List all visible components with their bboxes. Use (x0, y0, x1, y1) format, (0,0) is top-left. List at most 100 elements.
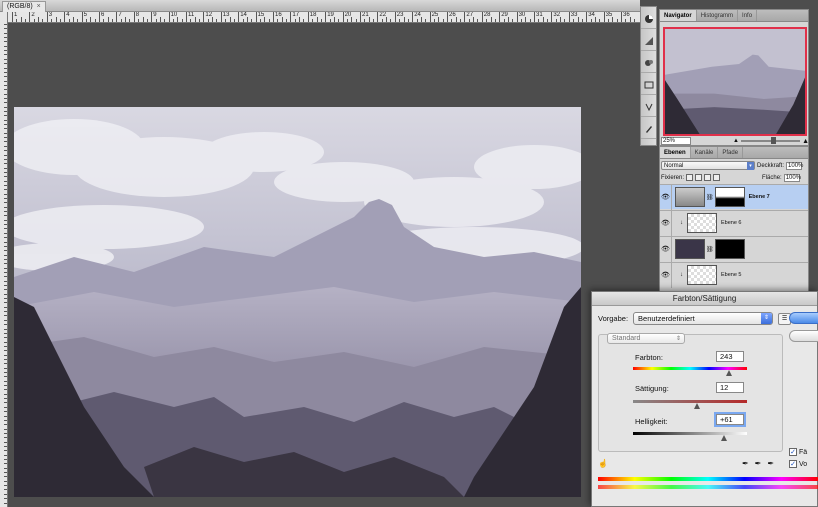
ruler-tick (273, 12, 274, 22)
hue-input[interactable]: 243 (716, 351, 744, 362)
ruler-tick (381, 19, 383, 22)
opacity-input[interactable]: 100% (786, 161, 803, 170)
ruler-tick (420, 17, 422, 22)
lock-transparency-icon[interactable] (686, 174, 694, 181)
ruler-tick (346, 19, 348, 22)
adjustments-icon[interactable] (641, 75, 656, 95)
ruler-tick (4, 437, 7, 439)
eyedropper-icon[interactable]: ✒ (742, 459, 749, 468)
layer-name[interactable]: Ebene 6 (721, 220, 742, 226)
eye-icon[interactable]: 👁 (660, 184, 672, 210)
zoom-out-icon[interactable]: ▲ (733, 138, 739, 144)
blend-mode-select[interactable]: Normal ▾ (661, 161, 755, 170)
ruler-tick (455, 17, 457, 22)
preview-checkbox[interactable]: ✓ (789, 460, 797, 468)
preset-label: Vorgabe: (598, 314, 629, 323)
saturation-slider-track[interactable] (633, 400, 747, 403)
ruler-number: 20 (344, 12, 352, 18)
ok-button[interactable] (789, 312, 818, 324)
ruler-tick (20, 17, 22, 22)
bottom-tools: ☝ ✒ ✒ ✒ (598, 456, 818, 470)
preview-row: ✓ Vo (789, 460, 807, 468)
ruler-tick (164, 19, 166, 22)
hand-adjust-icon[interactable]: ☝ (598, 459, 608, 468)
lightness-slider-knob[interactable] (721, 435, 728, 441)
zoom-input[interactable]: 25% (661, 137, 691, 145)
colorize-checkbox[interactable]: ✓ (789, 448, 797, 456)
horizontal-ruler[interactable]: 1 2 3 4 5 6 7 8 9 10 11 12 13 14 15 16 17 18 19 20 21 22 23 24 2… (8, 12, 640, 23)
document-tab[interactable]: (RGB/8) × (2, 1, 46, 12)
document-canvas[interactable] (14, 107, 581, 497)
vertical-ruler[interactable] (0, 12, 8, 507)
eye-icon[interactable]: 👁 (660, 262, 672, 288)
ruler-number: 1 (14, 12, 18, 18)
fill-label: Fläche: (762, 174, 782, 181)
ruler-tick (268, 19, 270, 22)
ruler-tick (503, 19, 505, 22)
ruler-tick (342, 12, 344, 22)
ruler-tick (4, 198, 7, 199)
layer-row[interactable]: 👁 ↓ Ebene 6 (660, 210, 808, 236)
eyedropper-plus-icon[interactable]: ✒ (755, 459, 762, 468)
lightness-slider-track[interactable] (633, 432, 747, 435)
ruler-tick (4, 493, 7, 495)
saturation-input[interactable]: 12 (716, 382, 744, 393)
layer-row[interactable]: 👁 ⛓ (660, 236, 808, 262)
lock-all-icon[interactable] (713, 174, 721, 181)
styles-icon[interactable] (641, 53, 656, 73)
brush-icon[interactable] (641, 119, 656, 139)
ruler-tick (555, 19, 557, 22)
hue-slider-knob[interactable] (725, 370, 732, 376)
fill-input[interactable]: 100% (783, 173, 801, 182)
ruler-tick (4, 193, 7, 195)
ruler-tick (4, 211, 7, 213)
layer-row[interactable]: 👁 ⛓ Ebene 7 (660, 184, 808, 210)
ruler-tick (4, 24, 7, 25)
ruler-tick (4, 385, 7, 387)
ruler-tick (4, 445, 7, 447)
layer-name[interactable]: Ebene 7 (749, 194, 770, 200)
zoom-in-icon[interactable]: ▲ (802, 138, 809, 145)
lock-position-icon[interactable] (704, 174, 712, 181)
layer-name[interactable]: Ebene 5 (721, 272, 742, 278)
ruler-tick (538, 19, 540, 22)
ruler-tick (577, 17, 579, 22)
tab-channels[interactable]: Kanäle (691, 147, 719, 158)
tab-navigator[interactable]: Navigator (660, 10, 697, 21)
ruler-tick (238, 12, 240, 22)
ruler-tick (4, 111, 7, 112)
cancel-button[interactable] (789, 330, 818, 342)
eyedropper-minus-icon[interactable]: ✒ (767, 459, 774, 468)
preview-label: Vo (799, 460, 808, 468)
hue-saturation-dialog: Farbton/Sättigung Vorgabe: Benutzerdefin… (591, 291, 818, 507)
ruler-tick (55, 17, 57, 22)
tab-paths[interactable]: Pfade (718, 147, 744, 158)
masks-icon[interactable] (641, 97, 656, 117)
channel-select[interactable]: Standard ⇕ (607, 333, 685, 344)
tab-histogram[interactable]: Histogramm (697, 10, 739, 21)
ruler-number: 28 (483, 12, 491, 18)
tab-layers[interactable]: Ebenen (660, 147, 691, 158)
layer-row[interactable]: 👁 ↓ Ebene 5 (660, 262, 808, 288)
navigator-preview[interactable] (663, 27, 807, 136)
ruler-tick (4, 398, 7, 400)
ruler-tick (4, 298, 7, 300)
ruler-tick (629, 17, 631, 22)
ruler-tick (4, 302, 7, 304)
tab-info[interactable]: Info (738, 10, 758, 21)
preset-select[interactable]: Benutzerdefiniert ⇕ (633, 312, 774, 325)
eye-icon[interactable]: 👁 (660, 210, 672, 236)
ruler-tick (4, 80, 7, 82)
ruler-number: 14 (240, 12, 247, 18)
lock-pixels-icon[interactable] (695, 174, 703, 181)
zoom-slider-knob[interactable] (770, 137, 776, 144)
swatches-icon[interactable] (641, 31, 656, 51)
ruler-tick (151, 12, 153, 22)
lightness-input[interactable]: +61 (716, 414, 744, 425)
saturation-slider-knob[interactable] (693, 403, 700, 409)
zoom-slider[interactable] (740, 137, 801, 144)
ruler-tick (586, 12, 588, 22)
color-wheel-icon[interactable] (641, 9, 656, 29)
close-icon[interactable]: × (37, 2, 41, 12)
eye-icon[interactable]: 👁 (660, 236, 672, 262)
